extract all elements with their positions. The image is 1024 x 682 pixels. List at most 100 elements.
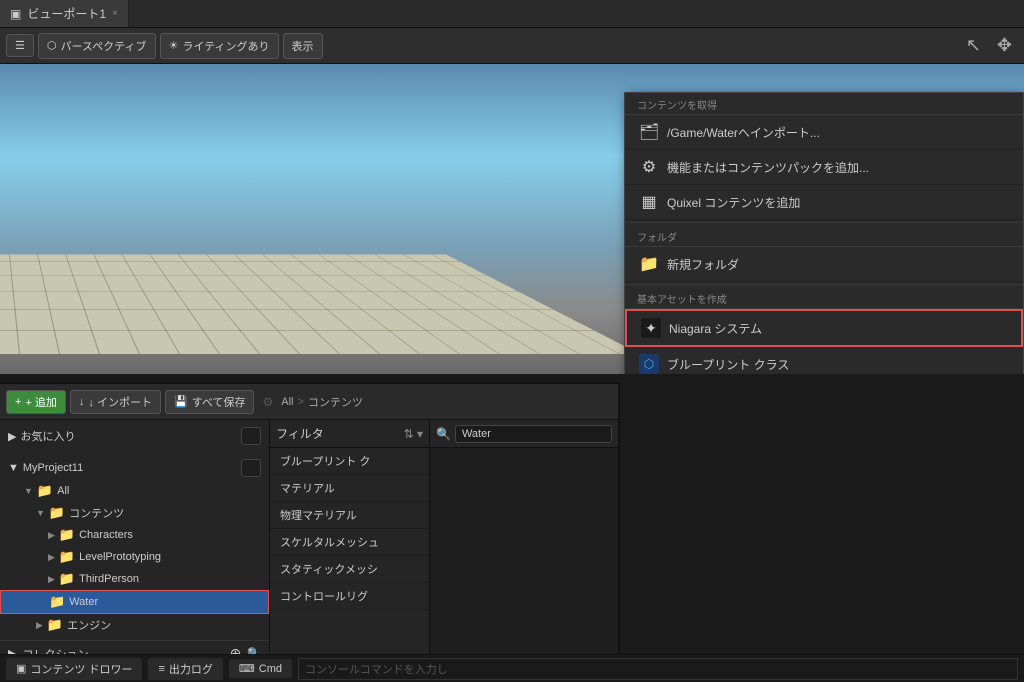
section-basic: 基本アセットを作成: [625, 287, 1023, 309]
divider2: [625, 284, 1023, 285]
bottom-dock: ▣ コンテンツ ドロワー ≡ 出力ログ ⌨ Cmd コンソールコマンドを入力し: [0, 654, 1024, 682]
project-search[interactable]: [241, 459, 261, 477]
all-arrow-icon: ▼: [24, 486, 33, 496]
settings-icon[interactable]: ⚙: [258, 395, 277, 409]
content-grid: [430, 448, 618, 654]
third-person-folder-icon: 📁: [59, 571, 75, 587]
feature-icon: ⚙: [639, 157, 659, 177]
contents-arrow-icon: ▼: [36, 508, 45, 518]
tab-bar: ▣ ビューポート1 ×: [0, 0, 1024, 28]
scene-floor: [0, 255, 640, 354]
characters-arrow-icon: ▶: [48, 530, 55, 541]
level-proto-folder-item[interactable]: ▶ 📁 LevelPrototyping: [0, 546, 269, 568]
content-area: 🔍: [430, 420, 618, 654]
all-folder-label: All: [57, 485, 69, 497]
filter-static-mesh[interactable]: スタティックメッシ: [270, 556, 429, 583]
blueprint-label: ブループリント クラス: [667, 356, 789, 373]
feature-menu-item[interactable]: ⚙ 機能またはコンテンツパックを追加...: [625, 150, 1023, 185]
breadcrumb-contents[interactable]: コンテンツ: [308, 394, 363, 410]
import-label: ↓ インポート: [88, 394, 152, 410]
filter-toolbar: フィルタ ⇅ ▾: [270, 420, 429, 448]
select-tool[interactable]: ↖: [960, 31, 987, 60]
show-button[interactable]: 表示: [283, 33, 323, 59]
water-folder-item[interactable]: 📁 Water: [0, 590, 269, 614]
save-all-label: すべて保存: [192, 394, 246, 410]
filter-label: フィルタ: [276, 425, 324, 442]
viewport-tab-label: ビューポート1: [27, 5, 106, 22]
lighting-button[interactable]: ☀ ライティングあり: [160, 33, 279, 59]
content-browser: + + 追加 ↓ ↓ インポート 💾 すべて保存 ⚙ All > コンテンツ ▶…: [0, 382, 620, 682]
favorites-arrow: ▶: [8, 430, 16, 443]
characters-folder-label: Characters: [79, 529, 133, 541]
context-menu: コンテンツを取得 🗂 /Game/Waterへインポート... ⚙ 機能またはコ…: [624, 92, 1024, 374]
perspective-button[interactable]: ⬡ パースペクティブ: [38, 33, 156, 59]
contents-folder-item[interactable]: ▼ 📁 コンテンツ: [0, 502, 269, 524]
collections-section: ▶ コレクション ⊕ 🔍: [0, 640, 269, 654]
engine-folder-label: エンジン: [67, 617, 111, 633]
search-input[interactable]: [455, 425, 612, 443]
add-button[interactable]: + + 追加: [6, 390, 66, 414]
engine-folder-item[interactable]: ▶ 📁 エンジン: [0, 614, 269, 636]
third-person-folder-item[interactable]: ▶ 📁 ThirdPerson: [0, 568, 269, 590]
top-toolbar: ☰ ⬡ パースペクティブ ☀ ライティングあり 表示 ↖ ✥: [0, 28, 1024, 64]
output-log-label: 出力ログ: [169, 661, 213, 677]
menu-icon: ☰: [15, 39, 25, 52]
cmd-label: Cmd: [259, 663, 282, 675]
output-log-tab[interactable]: ≡ 出力ログ: [148, 658, 222, 680]
console-input[interactable]: コンソールコマンドを入力し: [298, 658, 1018, 680]
menu-button[interactable]: ☰: [6, 34, 34, 57]
viewport-tab[interactable]: ▣ ビューポート1 ×: [0, 0, 129, 27]
lighting-icon: ☀: [169, 39, 179, 52]
contents-folder-icon: 📁: [49, 505, 65, 521]
save-all-button[interactable]: 💾 すべて保存: [165, 390, 255, 414]
divider1: [625, 222, 1023, 223]
add-label: + 追加: [25, 394, 56, 410]
niagara-menu-item[interactable]: ✦ Niagara システム: [625, 309, 1023, 347]
filter-control-rig[interactable]: コントロールリグ: [270, 583, 429, 610]
content-browser-body: ▶ お気に入り ▼ MyProject11 ▼ 📁 All ▼: [0, 420, 618, 654]
console-placeholder: コンソールコマンドを入力し: [305, 664, 448, 676]
move-tool[interactable]: ✥: [991, 31, 1018, 60]
add-icon: +: [15, 396, 21, 408]
add-collection-icon[interactable]: ⊕: [230, 645, 242, 654]
filter-skeletal-mesh[interactable]: スケルタルメッシュ: [270, 529, 429, 556]
favorites-label: お気に入り: [20, 428, 75, 444]
quixel-label: Quixel コンテンツを追加: [667, 194, 800, 211]
filter-panel: フィルタ ⇅ ▾ ブループリント ク マテリアル 物理マテリアル スケルタルメッ…: [270, 420, 430, 654]
cmd-tab[interactable]: ⌨ Cmd: [229, 659, 292, 678]
content-drawer-label: コンテンツ ドロワー: [30, 661, 132, 677]
project-header[interactable]: ▼ MyProject11: [0, 456, 269, 480]
project-section: ▼ MyProject11 ▼ 📁 All ▼ 📁 コンテンツ ▶ 📁: [0, 452, 269, 640]
tab-close-button[interactable]: ×: [112, 8, 118, 19]
import-icon: 🗂: [639, 122, 659, 142]
content-drawer-tab[interactable]: ▣ コンテンツ ドロワー: [6, 658, 142, 680]
water-folder-icon: 📁: [49, 594, 65, 610]
import-button[interactable]: ↓ ↓ インポート: [70, 390, 161, 414]
filter-blueprint[interactable]: ブループリント ク: [270, 448, 429, 475]
filter-material[interactable]: マテリアル: [270, 475, 429, 502]
breadcrumb-all[interactable]: All: [281, 396, 293, 408]
filter-physics-material[interactable]: 物理マテリアル: [270, 502, 429, 529]
search-collection-icon[interactable]: 🔍: [247, 647, 261, 654]
contents-folder-label: コンテンツ: [69, 505, 124, 521]
favorites-section: ▶ お気に入り: [0, 420, 269, 452]
level-proto-folder-icon: 📁: [59, 549, 75, 565]
blueprint-menu-item[interactable]: ⬡ ブループリント クラス: [625, 347, 1023, 374]
save-icon: 💾: [174, 395, 188, 408]
new-folder-menu-item[interactable]: 📁 新規フォルダ: [625, 247, 1023, 282]
show-label: 表示: [292, 38, 314, 54]
viewport-area[interactable]: コンテンツを取得 🗂 /Game/Waterへインポート... ⚙ 機能またはコ…: [0, 64, 1024, 374]
level-proto-folder-label: LevelPrototyping: [79, 551, 161, 563]
collapse-arrow: ▶: [8, 647, 16, 654]
import-menu-item[interactable]: 🗂 /Game/Waterへインポート...: [625, 115, 1023, 150]
blueprint-icon: ⬡: [639, 354, 659, 374]
all-folder-item[interactable]: ▼ 📁 All: [0, 480, 269, 502]
collections-label: コレクション: [22, 646, 88, 655]
content-browser-toolbar: + + 追加 ↓ ↓ インポート 💾 すべて保存 ⚙ All > コンテンツ: [0, 384, 618, 420]
search-icon: 🔍: [436, 427, 451, 441]
sort-icon[interactable]: ⇅ ▾: [404, 427, 423, 441]
favorites-search[interactable]: [241, 427, 261, 445]
characters-folder-item[interactable]: ▶ 📁 Characters: [0, 524, 269, 546]
quixel-menu-item[interactable]: ▦ Quixel コンテンツを追加: [625, 185, 1023, 220]
favorites-header[interactable]: ▶ お気に入り: [0, 424, 269, 448]
